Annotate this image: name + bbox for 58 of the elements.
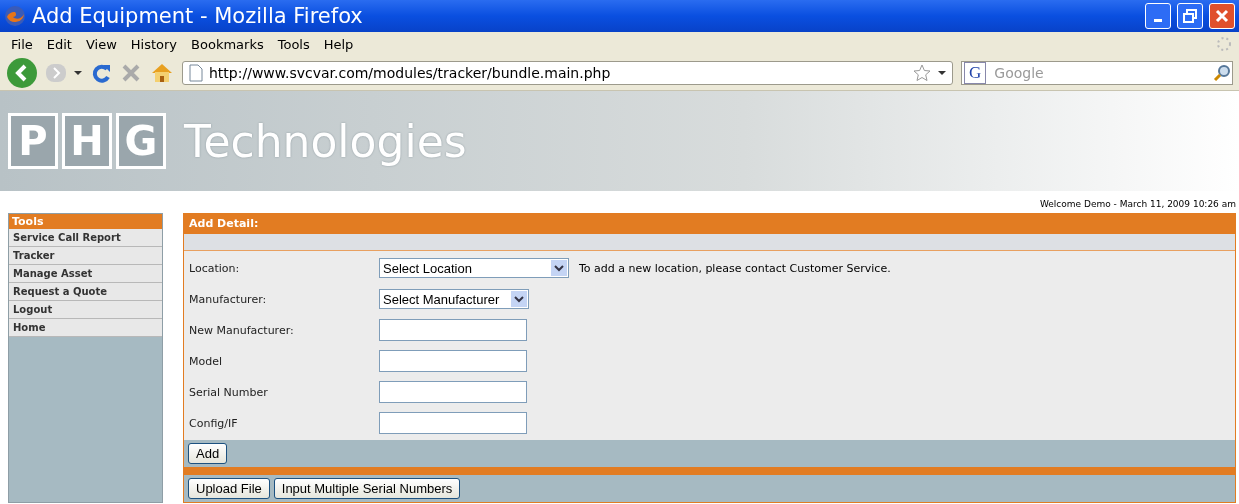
firefox-icon bbox=[4, 5, 26, 27]
minimize-button[interactable] bbox=[1145, 3, 1171, 29]
input-field[interactable] bbox=[379, 319, 527, 342]
sidebar-item[interactable]: Logout bbox=[9, 301, 162, 319]
logo-text: Technologies bbox=[184, 115, 467, 167]
search-field[interactable]: G Google bbox=[961, 61, 1233, 85]
home-icon[interactable] bbox=[150, 62, 174, 84]
menu-item[interactable]: View bbox=[80, 35, 122, 53]
throbber-icon bbox=[1215, 35, 1233, 53]
restore-button[interactable] bbox=[1177, 3, 1203, 29]
field-label: Serial Number bbox=[189, 385, 269, 399]
dropdown-arrow-icon[interactable] bbox=[938, 69, 946, 77]
search-icon[interactable] bbox=[1212, 63, 1232, 83]
action-button[interactable]: Input Multiple Serial Numbers bbox=[273, 478, 461, 499]
reload-icon[interactable] bbox=[90, 62, 112, 84]
menu-item[interactable]: Bookmarks bbox=[186, 35, 269, 53]
add-button[interactable]: Add bbox=[188, 443, 228, 465]
dropdown[interactable]: Select Manufacturer bbox=[379, 289, 529, 310]
page-icon bbox=[189, 64, 203, 82]
sidebar-title: Tools bbox=[9, 214, 162, 229]
info-text: To add a new location, please contact Customer Service. bbox=[579, 261, 891, 275]
input-field[interactable] bbox=[379, 350, 527, 373]
close-icon bbox=[1215, 9, 1229, 23]
menu-item[interactable]: Tools bbox=[272, 35, 315, 53]
caret-icon bbox=[551, 260, 567, 277]
minimize-icon bbox=[1154, 18, 1162, 22]
action-button[interactable]: Upload File bbox=[188, 478, 270, 499]
sidebar-item[interactable]: Request a Quote bbox=[9, 283, 162, 301]
panel-title: Add Detail: bbox=[184, 214, 1235, 234]
star-icon[interactable] bbox=[912, 63, 932, 83]
logo-letter: G bbox=[116, 113, 166, 169]
close-button[interactable] bbox=[1209, 3, 1235, 29]
menu-item[interactable]: History bbox=[125, 35, 183, 53]
welcome-text: Welcome Demo - March 11, 2009 10:26 am bbox=[1039, 199, 1236, 209]
input-field[interactable] bbox=[379, 381, 527, 404]
back-icon[interactable] bbox=[6, 57, 38, 89]
field-label: Model bbox=[189, 354, 224, 368]
window-title: Add Equipment - Mozilla Firefox bbox=[32, 4, 364, 28]
menu-item[interactable]: File bbox=[6, 35, 38, 53]
sidebar-item[interactable]: Service Call Report bbox=[9, 229, 162, 247]
logo-letter: H bbox=[62, 113, 112, 169]
field-label: Location: bbox=[189, 261, 241, 275]
menu-item[interactable]: Edit bbox=[41, 35, 77, 53]
address-bar[interactable]: http://www.svcvar.com/modules/tracker/bundle.main.php bbox=[182, 61, 953, 85]
restore-icon bbox=[1183, 9, 1197, 23]
logo-letter: P bbox=[8, 113, 58, 169]
sidebar-item[interactable]: Home bbox=[9, 319, 162, 337]
field-label: Manufacturer: bbox=[189, 292, 268, 306]
field-label: New Manufacturer: bbox=[189, 323, 295, 337]
input-field[interactable] bbox=[379, 412, 527, 435]
sidebar-item[interactable]: Tracker bbox=[9, 247, 162, 265]
field-label: Config/IF bbox=[189, 416, 239, 430]
menu-item[interactable]: Help bbox=[318, 35, 359, 53]
dropdown[interactable]: Select Location bbox=[379, 258, 569, 279]
dropdown-arrow-icon[interactable] bbox=[74, 69, 82, 77]
caret-icon bbox=[511, 291, 527, 308]
search-engine-logo[interactable]: G bbox=[964, 62, 987, 84]
sidebar-item[interactable]: Manage Asset bbox=[9, 265, 162, 283]
